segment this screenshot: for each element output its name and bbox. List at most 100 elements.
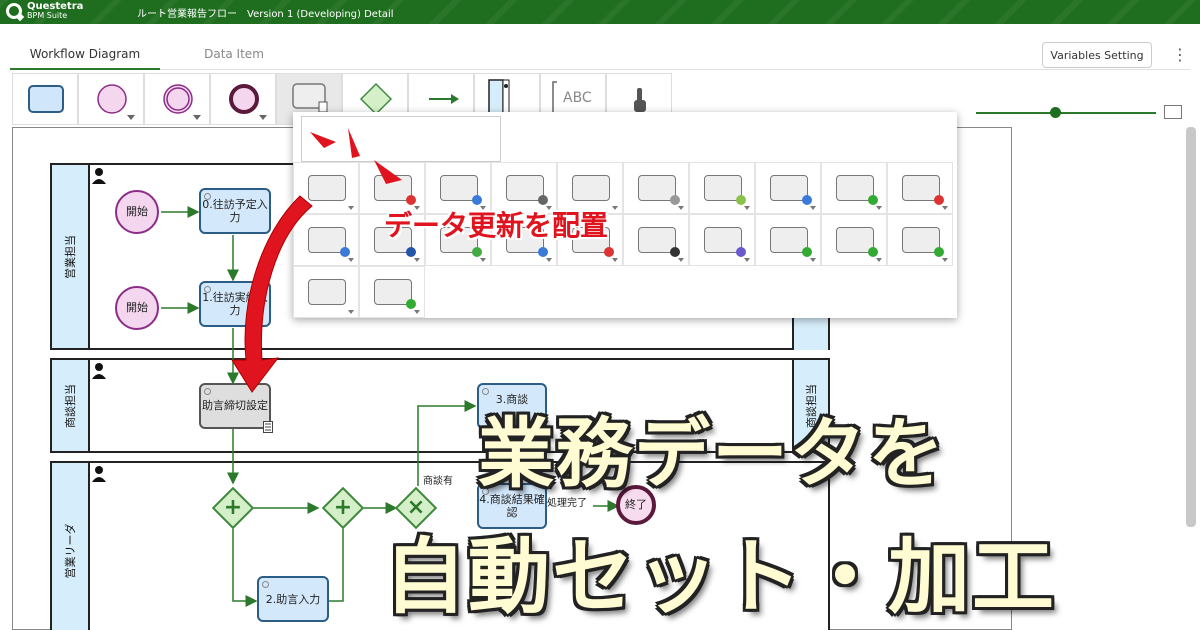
plus-icon: +: [333, 495, 353, 520]
chevron-down-icon: [414, 310, 420, 314]
tool-start-event[interactable]: [78, 73, 144, 125]
palette-item[interactable]: [623, 162, 689, 214]
intermediate-event-icon: [163, 84, 193, 114]
service-badge-icon: [868, 247, 878, 257]
start-event-icon: [97, 84, 127, 114]
chevron-down-icon: [744, 206, 750, 210]
task-template-icon: [572, 175, 610, 201]
service-badge-icon: [934, 195, 944, 205]
chevron-down-icon: [876, 206, 882, 210]
chevron-down-icon: [193, 115, 201, 120]
service-badge-icon: [604, 247, 614, 257]
logo-sub: BPM Suite: [27, 11, 68, 20]
chevron-down-icon: [612, 258, 618, 262]
task-type-icon: [262, 581, 269, 588]
service-badge-icon: [538, 247, 548, 257]
service-badge-icon: [934, 247, 944, 257]
tab-data-item[interactable]: Data Item: [160, 38, 308, 70]
tool-intermediate-event[interactable]: [144, 73, 210, 125]
logo[interactable]: Questetra BPM Suite: [6, 2, 83, 20]
task-visit-plan[interactable]: 0.往訪予定入力: [199, 188, 271, 234]
task-advice-deadline[interactable]: 助言締切設定: [199, 383, 273, 433]
chevron-down-icon: [942, 258, 948, 262]
service-badge-icon: [406, 247, 416, 257]
palette-item[interactable]: [887, 214, 953, 266]
palette-item[interactable]: [821, 162, 887, 214]
service-badge-icon: [670, 195, 680, 205]
screen: Questetra BPM Suite ルート営業報告フロー Version 1…: [0, 0, 1200, 630]
palette-item[interactable]: [293, 162, 359, 214]
palette-item[interactable]: [293, 214, 359, 266]
chevron-down-icon: [127, 115, 135, 120]
palette-item[interactable]: [623, 214, 689, 266]
service-badge-icon: [472, 247, 482, 257]
zoom-slider-handle[interactable]: [1050, 107, 1061, 118]
palette-item[interactable]: [359, 266, 425, 318]
palette-item[interactable]: [755, 214, 821, 266]
more-menu-icon[interactable]: ⋮: [1172, 44, 1188, 66]
task-type-icon: [204, 193, 211, 200]
palette-item[interactable]: [887, 162, 953, 214]
tool-end-event[interactable]: [210, 73, 276, 125]
headline-line-1: 業務データを: [478, 409, 946, 498]
service-badge-icon: [736, 195, 746, 205]
tab-workflow-diagram[interactable]: Workflow Diagram: [10, 38, 160, 70]
task-label: 2.助言入力: [265, 593, 321, 606]
palette-item[interactable]: [293, 266, 359, 318]
chevron-down-icon: [876, 258, 882, 262]
top-bar: Questetra BPM Suite ルート営業報告フロー Version 1…: [0, 0, 1200, 24]
chevron-down-icon: [810, 206, 816, 210]
service-badge-icon: [406, 299, 416, 309]
chevron-down-icon: [612, 206, 618, 210]
chevron-down-icon: [348, 258, 354, 262]
task-visit-result[interactable]: 1.往訪実績入力: [199, 281, 271, 327]
chevron-down-icon: [744, 258, 750, 262]
chevron-down-icon: [480, 258, 486, 262]
task-type-icon: [204, 286, 211, 293]
chevron-down-icon: [348, 206, 354, 210]
questetra-logo-icon: [6, 3, 22, 19]
calculator-icon: [263, 421, 273, 433]
task-type-icon: [204, 388, 211, 395]
zoom-slider-track[interactable]: [976, 112, 1156, 114]
tab-bar: Workflow Diagram Data Item: [10, 38, 1190, 70]
service-badge-icon: [670, 247, 680, 257]
service-badge-icon: [736, 247, 746, 257]
start-event[interactable]: 開始: [115, 190, 159, 234]
chevron-down-icon: [546, 258, 552, 262]
logo-name: Questetra: [27, 1, 84, 12]
palette-search-area[interactable]: [301, 116, 501, 162]
chevron-down-icon: [810, 258, 816, 262]
start-event[interactable]: 開始: [115, 286, 159, 330]
service-badge-icon: [340, 247, 350, 257]
tool-task[interactable]: [12, 73, 78, 125]
flow-label-negotiation: 商談有: [423, 476, 453, 487]
plus-icon: +: [223, 495, 243, 520]
service-badge-icon: [802, 195, 812, 205]
chevron-down-icon: [678, 206, 684, 210]
vertical-scrollbar[interactable]: [1186, 127, 1196, 527]
task-template-icon: [308, 279, 346, 305]
task-template-icon: [308, 175, 346, 201]
palette-item[interactable]: [689, 162, 755, 214]
chevron-down-icon: [414, 258, 420, 262]
palette-item[interactable]: [821, 214, 887, 266]
task-label: 1.往訪実績入力: [202, 291, 268, 317]
service-badge-icon: [868, 195, 878, 205]
task-icon: [28, 85, 64, 113]
abc-label: ABC: [563, 90, 592, 106]
chevron-down-icon: [678, 258, 684, 262]
chevron-down-icon: [942, 206, 948, 210]
palette-item[interactable]: [689, 214, 755, 266]
service-badge-icon: [802, 247, 812, 257]
end-event-icon: [229, 84, 259, 114]
task-label: 助言締切設定: [202, 399, 268, 412]
chevron-down-icon: [259, 115, 267, 120]
palette-item[interactable]: [755, 162, 821, 214]
chevron-down-icon: [348, 310, 354, 314]
variables-setting-button[interactable]: Variables Setting: [1042, 42, 1152, 68]
app-title: ルート営業報告フロー Version 1 (Developing) Detail: [137, 9, 394, 20]
annotation-place-data-update: データ更新を配置: [384, 209, 609, 242]
task-advice-input[interactable]: 2.助言入力: [257, 576, 329, 622]
fit-to-screen-icon[interactable]: [1164, 105, 1182, 119]
